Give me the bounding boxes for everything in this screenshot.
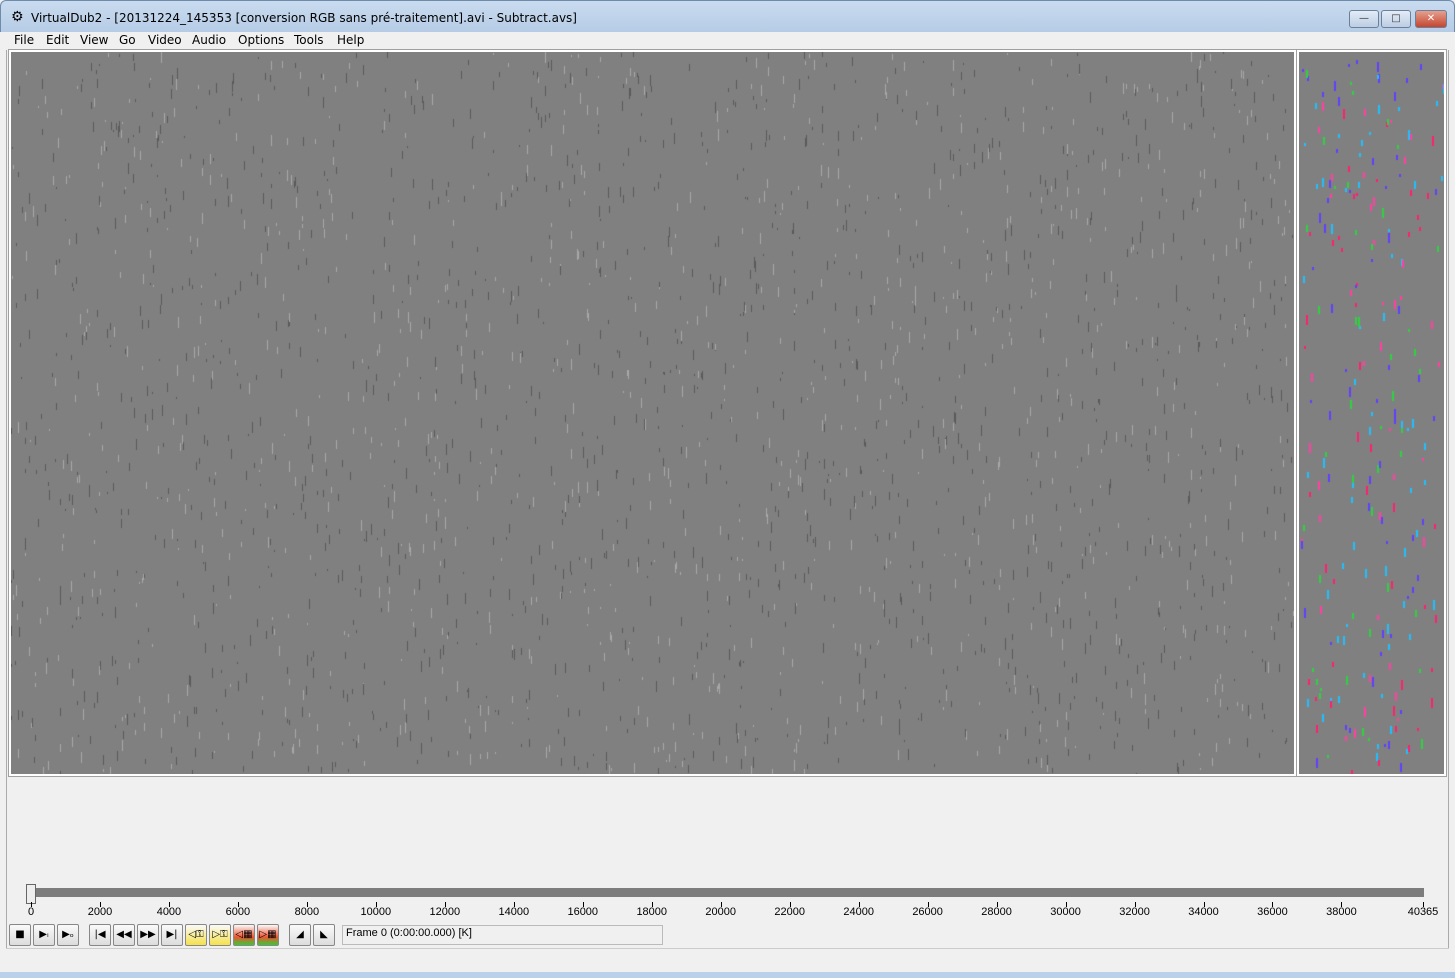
timeline-label: 32000 [1119, 906, 1150, 918]
mark-out-icon: ◣ [320, 929, 328, 940]
go-start-button[interactable]: |◀ [89, 924, 111, 946]
frame-status: Frame 0 (0:00:00.000) [K] [342, 925, 663, 945]
prev-keyframe-icon: ◁⚿ [188, 929, 204, 940]
menu-bar: File Edit View Go Video Audio Options To… [6, 32, 1449, 50]
timeline-label: 28000 [981, 906, 1012, 918]
go-start-icon: |◀ [94, 929, 106, 940]
next-frame-button[interactable]: ▶▶ [137, 924, 159, 946]
prev-scene-button[interactable]: ◁▦ [233, 924, 255, 946]
timeline-label: 12000 [429, 906, 461, 918]
menu-options[interactable]: Options [238, 33, 284, 47]
position-trackbar[interactable] [30, 888, 1424, 897]
menu-go[interactable]: Go [119, 33, 136, 47]
mark-in-icon: ◢ [296, 929, 304, 940]
minimize-button[interactable]: — [1349, 10, 1379, 28]
prev-scene-icon: ◁▦ [235, 929, 253, 940]
timeline-label: 6000 [225, 906, 251, 918]
window-title: VirtualDub2 - [20131224_145353 [conversi… [31, 11, 577, 25]
timeline-label: 24000 [843, 906, 874, 918]
timeline-label: 34000 [1188, 906, 1219, 918]
main-area [6, 49, 1449, 948]
timeline-label: 38000 [1326, 906, 1357, 918]
close-button[interactable]: ✕ [1415, 10, 1447, 28]
menu-audio[interactable]: Audio [192, 33, 226, 47]
play-output-icon: ▶ₒ [62, 929, 74, 940]
timeline-label: 10000 [360, 906, 392, 918]
timeline-label: 30000 [1050, 906, 1081, 918]
next-frame-icon: ▶▶ [140, 929, 156, 940]
output-video-pane[interactable] [1296, 49, 1447, 777]
timeline-label: 4000 [156, 906, 182, 918]
window-frame [0, 972, 1455, 978]
menu-tools[interactable]: Tools [294, 33, 324, 47]
next-keyframe-button[interactable]: ▷⚿ [209, 924, 231, 946]
next-keyframe-icon: ▷⚿ [212, 929, 228, 940]
timeline-label: 36000 [1257, 906, 1288, 918]
menu-edit[interactable]: Edit [46, 33, 69, 47]
stop-button[interactable]: ■ [9, 924, 31, 946]
play-input-icon: ▶ᵢ [39, 929, 49, 940]
timeline-label: 40365 [1407, 906, 1439, 918]
menu-video[interactable]: Video [148, 33, 182, 47]
timeline-label: 26000 [912, 906, 943, 918]
timeline-label: 8000 [294, 906, 320, 918]
stop-icon: ■ [15, 929, 25, 940]
mark-in-button[interactable]: ◢ [289, 924, 311, 946]
go-end-icon: ▶| [166, 929, 178, 940]
app-gear-icon: ⚙ [11, 9, 24, 25]
status-bar [6, 948, 1449, 972]
timeline-label: 16000 [567, 906, 599, 918]
timeline-label: 22000 [774, 906, 805, 918]
mark-out-button[interactable]: ◣ [313, 924, 335, 946]
timeline-label: 18000 [636, 906, 668, 918]
title-bar: ⚙ VirtualDub2 - [20131224_145353 [conver… [0, 0, 1455, 32]
timeline-label: 2000 [87, 906, 113, 918]
prev-frame-button[interactable]: ◀◀ [113, 924, 135, 946]
timeline-label: 0 [27, 906, 35, 918]
play-input-button[interactable]: ▶ᵢ [33, 924, 55, 946]
next-scene-button[interactable]: ▷▦ [257, 924, 279, 946]
next-scene-icon: ▷▦ [259, 929, 277, 940]
prev-frame-icon: ◀◀ [116, 929, 132, 940]
trackbar-thumb[interactable] [26, 884, 36, 904]
input-video-pane[interactable] [8, 49, 1297, 777]
prev-keyframe-button[interactable]: ◁⚿ [185, 924, 207, 946]
timeline-label: 20000 [705, 906, 736, 918]
menu-help[interactable]: Help [337, 33, 364, 47]
go-end-button[interactable]: ▶| [161, 924, 183, 946]
timeline-label: 14000 [498, 906, 530, 918]
maximize-button[interactable]: □ [1381, 10, 1411, 28]
menu-file[interactable]: File [14, 33, 34, 47]
menu-view[interactable]: View [80, 33, 108, 47]
play-output-button[interactable]: ▶ₒ [57, 924, 79, 946]
